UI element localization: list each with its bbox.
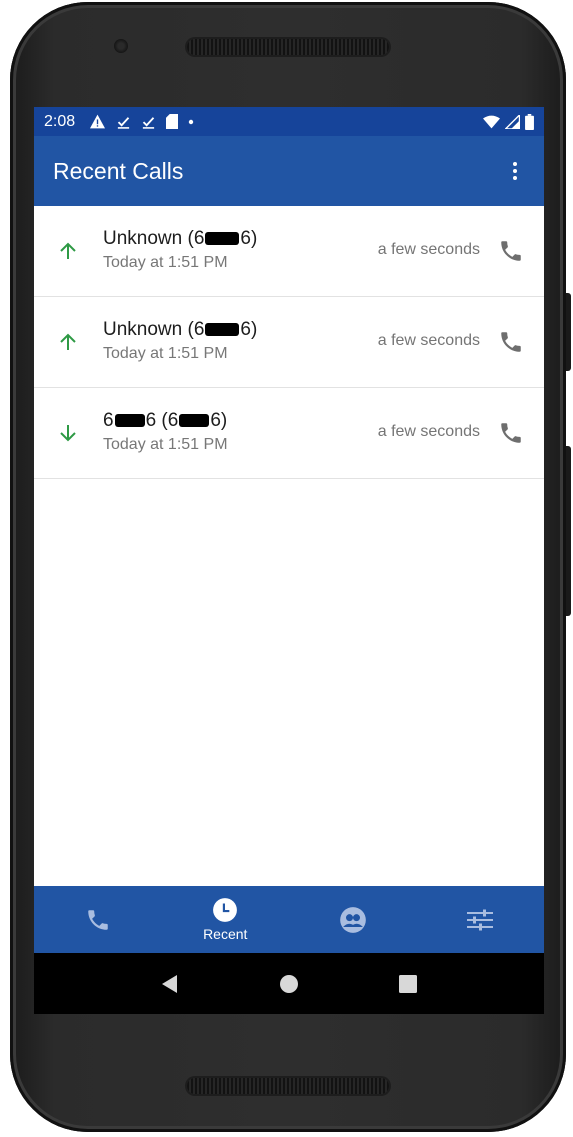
bottom-navigation: Recent <box>34 886 544 953</box>
phone-call-icon[interactable] <box>498 329 524 355</box>
wifi-icon <box>483 115 500 128</box>
call-time: Today at 1:51 PM <box>103 345 228 362</box>
call-duration: a few seconds <box>377 241 480 258</box>
phone-screen: 2:08 Recent Calls Unknown (6 6) Today at … <box>34 107 544 1014</box>
bottom-speaker-grille <box>187 1078 389 1094</box>
nav-phone[interactable] <box>34 886 162 953</box>
system-navigation-bar <box>34 953 544 1014</box>
overview-button[interactable] <box>393 969 423 999</box>
incoming-arrow-icon <box>60 425 76 442</box>
caller-name: Unknown (6 6) <box>103 319 258 340</box>
call-row[interactable]: Unknown (6 6) Today at 1:51 PM a few seco… <box>34 206 544 297</box>
home-button[interactable] <box>274 969 304 999</box>
clock-icon <box>213 898 238 922</box>
call-time: Today at 1:51 PM <box>103 436 228 453</box>
redacted-number <box>205 232 240 246</box>
nav-recent[interactable]: Recent <box>162 886 290 953</box>
call-row[interactable]: 66 (6 6) Today at 1:51 PM a few seconds <box>34 388 544 479</box>
redacted-number <box>114 414 145 428</box>
app-bar: Recent Calls <box>34 136 544 206</box>
nav-recent-label: Recent <box>203 926 248 942</box>
status-bar: 2:08 <box>34 107 544 136</box>
dot-icon <box>188 119 194 124</box>
call-duration: a few seconds <box>377 423 480 440</box>
warning-icon <box>90 114 106 129</box>
home-circle-icon <box>279 974 298 993</box>
nav-contacts[interactable] <box>289 886 417 953</box>
back-button[interactable] <box>155 969 185 999</box>
battery-icon <box>525 113 534 130</box>
call-time: Today at 1:51 PM <box>103 254 228 271</box>
top-speaker-grille <box>187 39 389 55</box>
outgoing-arrow-icon <box>60 242 76 259</box>
outgoing-arrow-icon <box>60 333 76 350</box>
nav-settings[interactable] <box>417 886 545 953</box>
notification-icons <box>89 114 194 129</box>
call-duration: a few seconds <box>377 332 480 349</box>
call-info: Unknown (6 6) Today at 1:51 PM <box>103 228 257 272</box>
signal-icon <box>505 114 520 129</box>
redacted-number <box>205 323 240 337</box>
phone-call-icon[interactable] <box>498 420 524 446</box>
call-info: Unknown (6 6) Today at 1:51 PM <box>103 319 257 363</box>
sd-card-icon <box>166 114 179 129</box>
power-button <box>566 293 571 371</box>
recent-calls-list: Unknown (6 6) Today at 1:51 PM a few seco… <box>34 206 544 479</box>
status-right-icons <box>483 113 534 130</box>
caller-name: Unknown (6 6) <box>103 228 258 249</box>
caller-name: 66 (6 6) <box>103 410 228 431</box>
volume-button <box>566 446 571 616</box>
front-camera <box>114 39 128 53</box>
call-row[interactable]: Unknown (6 6) Today at 1:51 PM a few seco… <box>34 297 544 388</box>
more-vert-icon[interactable] <box>505 159 525 183</box>
overview-square-icon <box>399 974 418 993</box>
contacts-icon <box>339 906 366 933</box>
settings-sliders-icon <box>467 909 494 930</box>
page-title: Recent Calls <box>53 157 184 184</box>
redacted-number <box>179 414 210 428</box>
download-done-icon <box>117 117 130 129</box>
phone-icon <box>88 909 108 930</box>
call-info: 66 (6 6) Today at 1:51 PM <box>103 410 228 454</box>
phone-call-icon[interactable] <box>498 238 524 264</box>
back-triangle-icon <box>161 974 177 993</box>
status-time: 2:08 <box>44 112 76 130</box>
download-done-icon <box>142 117 155 129</box>
